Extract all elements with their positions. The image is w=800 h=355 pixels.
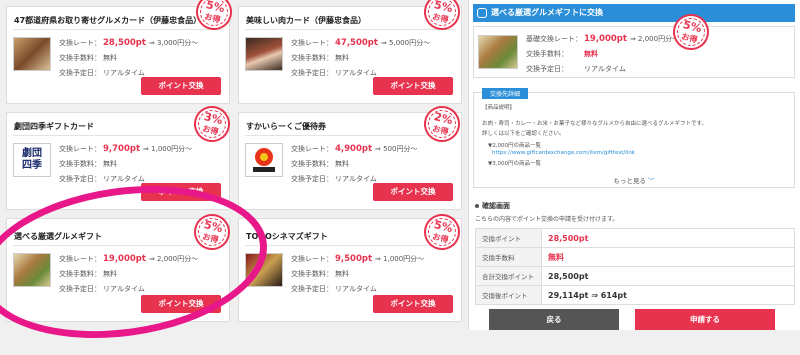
details-tab: 交換先詳細 [482, 88, 529, 99]
rate-label: 交換レート： [291, 254, 333, 263]
fee-value: 無料 [584, 49, 598, 58]
rate-yen: ⇒ 5,000円分～ [380, 38, 431, 47]
rate-label: 交換レート： [59, 144, 101, 153]
card-title: 選べる厳選グルメギフト [14, 232, 102, 241]
fee-value: 無料 [335, 269, 349, 278]
rate-yen: ⇒ 3,000円分～ [148, 38, 199, 47]
time-value: リアルタイム [335, 174, 377, 183]
divider [245, 29, 455, 30]
gift-card-gourmet-47: 47都道府県お取り寄せグルメカード（伊藤忠食品） 交換レート： 28,500pt ⇒… [6, 6, 230, 104]
apply-button[interactable]: 申請する [635, 309, 775, 330]
fee-label: 交換手数料： [291, 159, 333, 168]
rate-points: 19,000pt [103, 253, 146, 264]
rate-points: 47,500pt [335, 37, 378, 48]
shiki-logo: 劇団 四季 [13, 143, 51, 177]
time-value: リアルタイム [335, 284, 377, 293]
rate-points: 9,700pt [103, 143, 141, 154]
rate-label: 交換レート： [59, 254, 101, 263]
rate-points: 4,900pt [335, 143, 373, 154]
time-value: リアルタイム [103, 284, 145, 293]
details-note: 詳しくは以下をご確認ください。 [482, 131, 565, 137]
rate-label: 交換レート： [291, 38, 333, 47]
skylark-logo [245, 143, 283, 177]
card-title: 47都道府県お取り寄せグルメカード（伊藤忠食品） [14, 16, 202, 25]
time-label: 交換予定日： [291, 174, 333, 183]
time-value: リアルタイム [103, 68, 145, 77]
fee-value: 無料 [103, 159, 117, 168]
divider [13, 29, 223, 30]
divider [13, 135, 223, 136]
fee-value: 無料 [103, 53, 117, 62]
fee-value: 無料 [103, 269, 117, 278]
rate-label: 交換レート： [291, 144, 333, 153]
details-link[interactable]: https://www.giftcardexchange.com/item/gi… [492, 150, 635, 156]
panel-header: 選べる厳選グルメギフトに交換 [473, 4, 795, 22]
details-list-item: ▼3,000円の商品一覧 [488, 161, 541, 167]
fee-value: 無料 [335, 159, 349, 168]
rate-yen: ⇒ 1,000円分～ [375, 254, 425, 263]
fee-label: 交換手数料： [291, 53, 333, 62]
time-value: リアルタイム [103, 174, 145, 183]
table-row: 交換ポイント 28,500pt [475, 228, 795, 248]
product-image [245, 37, 283, 71]
card-title: TOHOシネマズギフト [246, 232, 328, 241]
time-label: 交換予定日： [59, 174, 101, 183]
divider [245, 245, 455, 246]
panel-title: 選べる厳選グルメギフトに交換 [491, 8, 603, 17]
card-title: 美味しい肉カード（伊藤忠食品） [246, 16, 366, 25]
product-image [245, 253, 283, 287]
details-description: お肉・寿司・カレー・お米・お菓子など様々なグルメから自由に選べるグルメギフトです… [482, 121, 707, 127]
card-title: 劇団四季ギフトカード [14, 122, 94, 131]
product-image [13, 37, 51, 71]
exchange-button[interactable]: ポイント交換 [373, 77, 453, 95]
time-label: 交換予定日： [291, 284, 333, 293]
exchange-button[interactable]: ポイント交換 [141, 183, 221, 201]
back-button[interactable]: 戻る [489, 309, 619, 330]
time-label: 交換予定日： [526, 64, 568, 73]
rate-points: 28,500pt [103, 37, 146, 48]
fee-label: 交換手数料： [59, 53, 101, 62]
rate-yen: ⇒ 500円分～ [375, 144, 418, 153]
product-image [478, 35, 518, 69]
exchange-details: 交換先詳細 【商品説明】 お肉・寿司・カレー・お米・お菓子など様々なグルメから自… [473, 88, 795, 188]
details-heading: 【商品説明】 [482, 105, 516, 111]
show-more-link[interactable]: もっと見る ﹀ [474, 175, 794, 185]
exchange-button[interactable]: ポイント交換 [141, 295, 221, 313]
table-row: 交換後ポイント 29,114pt ⇒ 614pt [475, 285, 795, 305]
product-image [13, 253, 51, 287]
rate-label: 交換レート： [59, 38, 101, 47]
time-value: リアルタイム [584, 64, 626, 73]
fee-label: 交換手数料： [59, 159, 101, 168]
table-row: 合計交換ポイント 28,500pt [475, 266, 795, 286]
exchange-summary: 基礎交換レート： 19,000pt ⇒ 2,000円分～ 交換手数料： 無料 交換予定… [473, 26, 795, 78]
rate-yen: ⇒ 1,000円分～ [143, 144, 193, 153]
card-title: すかいらーくご優待券 [246, 122, 326, 131]
confirm-table: 交換ポイント 28,500pt 交換手数料 無料 合計交換ポイント 28,500pt … [475, 228, 795, 305]
details-list-item: ▼2,000円の商品一覧 [488, 143, 541, 149]
time-label: 交換予定日： [291, 68, 333, 77]
confirm-title: 確認画面 [475, 201, 510, 211]
chevron-down-icon: ﹀ [648, 177, 655, 185]
exchange-button[interactable]: ポイント交換 [373, 295, 453, 313]
fee-label: 交換手数料： [526, 49, 568, 58]
table-row: 交換手数料 無料 [475, 247, 795, 267]
rate-label: 基礎交換レート： [526, 34, 582, 43]
rate-points: 9,500pt [335, 253, 373, 264]
confirm-note: こちらの内容でポイント交換の申請を受け付けます。 [475, 216, 619, 223]
divider [245, 135, 455, 136]
time-value: リアルタイム [335, 68, 377, 77]
divider [13, 245, 223, 246]
rate-points: 19,000pt [584, 33, 627, 44]
fee-label: 交換手数料： [59, 269, 101, 278]
exchange-button[interactable]: ポイント交換 [141, 77, 221, 95]
gift-icon [477, 8, 487, 18]
time-label: 交換予定日： [59, 68, 101, 77]
exchange-button[interactable]: ポイント交換 [373, 183, 453, 201]
fee-value: 無料 [335, 53, 349, 62]
rate-yen: ⇒ 2,000円分～ [148, 254, 199, 263]
fee-label: 交換手数料： [291, 269, 333, 278]
exchange-panel: 選べる厳選グルメギフトに交換 基礎交換レート： 19,000pt ⇒ 2,000円分… [468, 0, 800, 330]
time-label: 交換予定日： [59, 284, 101, 293]
